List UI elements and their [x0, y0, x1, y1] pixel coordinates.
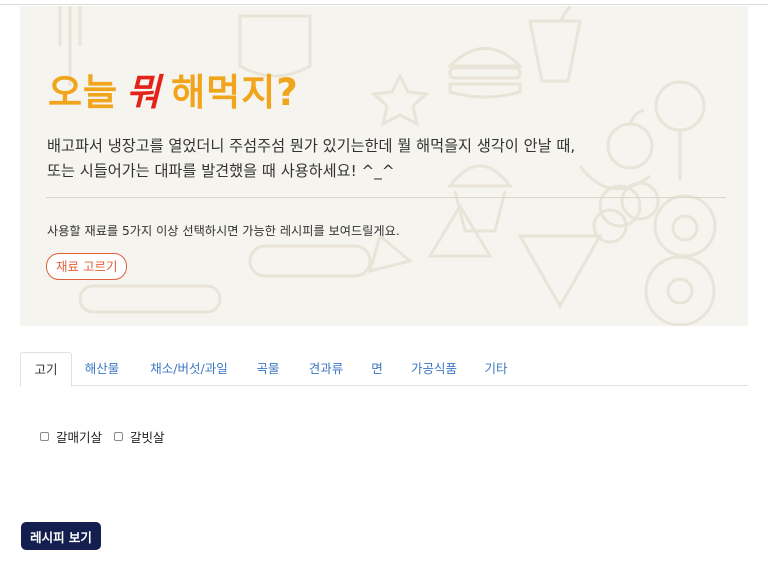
page-title: 오늘 뭐 해먹지? — [48, 62, 299, 116]
cloud-icon — [592, 181, 660, 244]
tab-meat[interactable]: 고기 — [20, 352, 72, 387]
tab-grains[interactable]: 곡물 — [248, 352, 288, 386]
hotdog-icon — [78, 244, 372, 314]
ingredient-checkbox[interactable] — [114, 432, 123, 441]
instruction-note: 사용할 재료를 5가지 이상 선택하시면 가능한 레시피를 보여드릴게요. — [47, 224, 400, 238]
title-start: 오늘 — [48, 71, 119, 114]
hero-banner: 오늘 뭐 해먹지? 배고파서 냉장고를 열었더니 주섬주섬 뭔가 있기는한데 뭘 해… — [20, 6, 748, 326]
hero-description: 배고파서 냉장고를 열었더니 주섬주섬 뭔가 있기는한데 뭘 해먹을지 생각이 … — [47, 134, 627, 184]
ingredient-option: 갈빗살 — [114, 427, 165, 446]
burger-icon — [446, 47, 524, 99]
tab-vegetables[interactable]: 채소/버섯/과일 — [140, 352, 238, 386]
drink-icon — [528, 6, 582, 83]
donut-icon — [644, 255, 716, 326]
view-recipes-button[interactable]: 레시피 보기 — [21, 522, 101, 550]
carrot-icon — [367, 233, 414, 274]
ingredient-label[interactable]: 갈매기살 — [56, 427, 102, 446]
egg-icon — [653, 194, 717, 258]
tab-etc[interactable]: 기타 — [477, 352, 515, 386]
top-divider — [0, 4, 768, 5]
description-line-2: 또는 시들어가는 대파를 발견했을 때 사용하세요! ^_^ — [47, 162, 395, 180]
tab-processed-food[interactable]: 가공식품 — [403, 352, 465, 386]
ingredient-checkbox[interactable] — [40, 432, 49, 441]
lollipop-icon — [654, 80, 706, 180]
pick-ingredients-button[interactable]: 재료 고르기 — [46, 253, 128, 280]
pizza-icon — [517, 234, 603, 310]
title-end: 해먹지? — [171, 71, 299, 114]
tab-seafood[interactable]: 해산물 — [77, 352, 127, 386]
star-icon — [370, 72, 430, 127]
ingredient-label[interactable]: 갈빗살 — [130, 427, 165, 446]
category-tabs: 고기 해산물 채소/버섯/과일 곡물 견과류 면 가공식품 기타 — [20, 352, 748, 387]
title-accent: 뭐 — [126, 71, 162, 114]
ingredient-option: 갈매기살 — [40, 427, 102, 446]
hero-divider — [46, 197, 726, 198]
tab-nuts[interactable]: 견과류 — [300, 352, 352, 386]
tab-noodles[interactable]: 면 — [364, 352, 390, 386]
description-line-1: 배고파서 냉장고를 열었더니 주섬주섬 뭔가 있기는한데 뭘 해먹을지 생각이 … — [47, 137, 576, 155]
